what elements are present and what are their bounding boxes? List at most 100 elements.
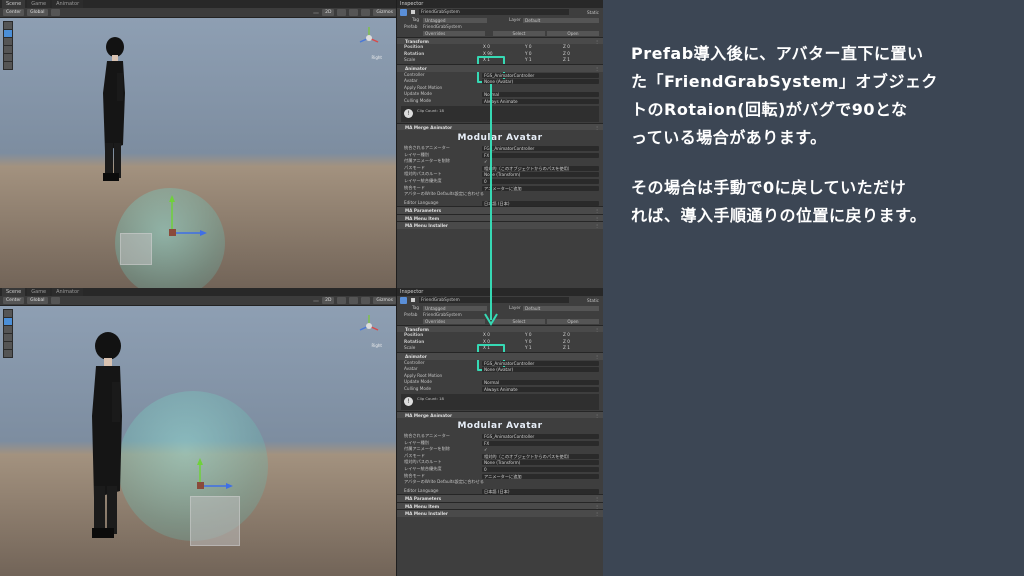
- merge-value[interactable]: FX: [482, 152, 599, 158]
- update-mode-dropdown[interactable]: Normal: [482, 380, 599, 386]
- merge-value[interactable]: 0: [482, 179, 599, 184]
- hand-tool-icon[interactable]: [4, 22, 12, 29]
- ma-menu-installer-header[interactable]: MA Menu Installer ⋮: [397, 221, 603, 229]
- static-toggle[interactable]: Static: [587, 8, 599, 17]
- editor-language-dropdown[interactable]: 日本語 (日本): [482, 488, 599, 494]
- tag-dropdown[interactable]: Untagged: [423, 18, 487, 23]
- scene-viewport[interactable]: Right: [0, 18, 396, 288]
- culling-mode-dropdown[interactable]: Always Animate: [482, 386, 599, 392]
- merge-value[interactable]: 相対的（このオブジェクトからのパスを使用）: [482, 453, 599, 459]
- 2d-toggle[interactable]: 2D: [322, 9, 335, 16]
- audio-icon[interactable]: [349, 297, 359, 304]
- scl-z[interactable]: Z 1: [563, 57, 570, 64]
- rect-tool-icon[interactable]: [4, 342, 12, 349]
- ma-parameters-header[interactable]: MA Parameters ⋮: [397, 494, 603, 502]
- merge-value[interactable]: 0: [482, 467, 599, 472]
- scale-tool-icon[interactable]: [4, 46, 12, 53]
- gizmos-dropdown[interactable]: Gizmos: [373, 297, 396, 304]
- move-handle-icon[interactable]: [188, 456, 238, 516]
- transform-header[interactable]: Transform ⋮: [397, 36, 603, 45]
- effects-icon[interactable]: [361, 297, 371, 304]
- layer-dropdown[interactable]: Default: [523, 306, 599, 311]
- tab-game[interactable]: Game: [27, 288, 51, 296]
- object-name-field[interactable]: FriendGrabSystem: [419, 9, 569, 15]
- pos-y[interactable]: Y 0: [525, 44, 532, 51]
- update-mode-dropdown[interactable]: Normal: [482, 92, 599, 98]
- transform-header[interactable]: Transform ⋮: [397, 324, 603, 333]
- move-handle-icon[interactable]: [160, 193, 210, 253]
- merge-value[interactable]: 相対的（このオブジェクトからのパスを使用）: [482, 165, 599, 171]
- select-button[interactable]: Select: [493, 31, 545, 37]
- merge-value[interactable]: None (Transform): [482, 172, 599, 178]
- merge-animator-header[interactable]: MA Merge Animator ⋮: [397, 410, 603, 420]
- controller-field[interactable]: FGS_AnimatorController: [482, 360, 599, 366]
- move-tool-icon[interactable]: [4, 318, 12, 325]
- avatar-figure[interactable]: [95, 33, 140, 193]
- tab-scene[interactable]: Scene: [2, 0, 26, 8]
- static-toggle[interactable]: Static: [587, 296, 599, 305]
- rotate-tool-icon[interactable]: [4, 38, 12, 45]
- space-dropdown[interactable]: Global: [27, 297, 48, 304]
- rot-z[interactable]: Z 0: [563, 339, 570, 346]
- pivot-dropdown[interactable]: Center: [3, 9, 25, 16]
- apply-root-motion-checkbox[interactable]: [482, 374, 599, 379]
- overrides-dropdown[interactable]: Overrides: [423, 31, 485, 37]
- merge-value[interactable]: ✓: [482, 159, 599, 164]
- rect-tool-icon[interactable]: [4, 54, 12, 61]
- lighting-icon[interactable]: [337, 297, 347, 304]
- merge-value[interactable]: アニメーターに追加: [482, 473, 599, 479]
- ma-menu-installer-header[interactable]: MA Menu Installer ⋮: [397, 509, 603, 517]
- component-menu-icon[interactable]: ⋮: [595, 412, 599, 420]
- tab-game[interactable]: Game: [27, 0, 51, 8]
- transform-tool-icon[interactable]: [4, 62, 12, 69]
- layer-dropdown[interactable]: Default: [523, 18, 599, 23]
- rot-y[interactable]: Y 0: [525, 51, 532, 58]
- culling-mode-dropdown[interactable]: Always Animate: [482, 98, 599, 104]
- gizmos-dropdown[interactable]: Gizmos: [373, 9, 396, 16]
- grid-icon[interactable]: [50, 297, 60, 304]
- tab-scene[interactable]: Scene: [2, 288, 26, 296]
- audio-icon[interactable]: [349, 9, 359, 16]
- shading-dropdown[interactable]: [313, 11, 320, 14]
- lighting-icon[interactable]: [337, 9, 347, 16]
- merge-value[interactable]: FGS_AnimatorController: [482, 434, 599, 440]
- orientation-gizmo-icon[interactable]: [356, 24, 382, 54]
- controller-field[interactable]: FGS_AnimatorController: [482, 72, 599, 78]
- rot-y[interactable]: Y 0: [525, 339, 532, 346]
- apply-root-motion-checkbox[interactable]: [482, 86, 599, 91]
- merge-value[interactable]: FX: [482, 440, 599, 446]
- 2d-toggle[interactable]: 2D: [322, 297, 335, 304]
- scale-tool-icon[interactable]: [4, 334, 12, 341]
- tag-dropdown[interactable]: Untagged: [423, 306, 487, 311]
- effects-icon[interactable]: [361, 9, 371, 16]
- tab-animator[interactable]: Animator: [52, 288, 84, 296]
- prefab-asset-field[interactable]: FriendGrabSystem: [423, 24, 462, 31]
- grid-icon[interactable]: [50, 9, 60, 16]
- scl-z[interactable]: Z 1: [563, 345, 570, 352]
- merge-value[interactable]: None (Transform): [482, 460, 599, 466]
- ma-parameters-header[interactable]: MA Parameters ⋮: [397, 206, 603, 214]
- ma-menu-item-header[interactable]: MA Menu Item ⋮: [397, 213, 603, 222]
- merge-value[interactable]: アニメーターに追加: [482, 185, 599, 191]
- component-menu-icon[interactable]: ⋮: [595, 510, 599, 518]
- avatar-field[interactable]: None (Avatar): [482, 79, 599, 85]
- active-checkbox[interactable]: [411, 10, 415, 14]
- editor-language-dropdown[interactable]: 日本語 (日本): [482, 200, 599, 206]
- open-button[interactable]: Open: [547, 31, 599, 37]
- pivot-dropdown[interactable]: Center: [3, 297, 25, 304]
- merge-value[interactable]: ✓: [482, 447, 599, 452]
- pos-x[interactable]: X 0: [483, 44, 490, 51]
- active-checkbox[interactable]: [411, 298, 415, 302]
- shading-dropdown[interactable]: [313, 299, 320, 302]
- scene-viewport[interactable]: Right: [0, 306, 396, 576]
- tab-animator[interactable]: Animator: [52, 0, 84, 8]
- rot-z[interactable]: Z 0: [563, 51, 570, 58]
- pos-z[interactable]: Z 0: [563, 332, 570, 339]
- select-button[interactable]: Select: [493, 319, 545, 325]
- ma-menu-item-header[interactable]: MA Menu Item ⋮: [397, 501, 603, 510]
- move-tool-icon[interactable]: [4, 30, 12, 37]
- scl-y[interactable]: Y 1: [525, 345, 532, 352]
- merge-value[interactable]: FGS_AnimatorController: [482, 146, 599, 152]
- animator-header[interactable]: Animator ⋮: [397, 352, 603, 360]
- scl-y[interactable]: Y 1: [525, 57, 532, 64]
